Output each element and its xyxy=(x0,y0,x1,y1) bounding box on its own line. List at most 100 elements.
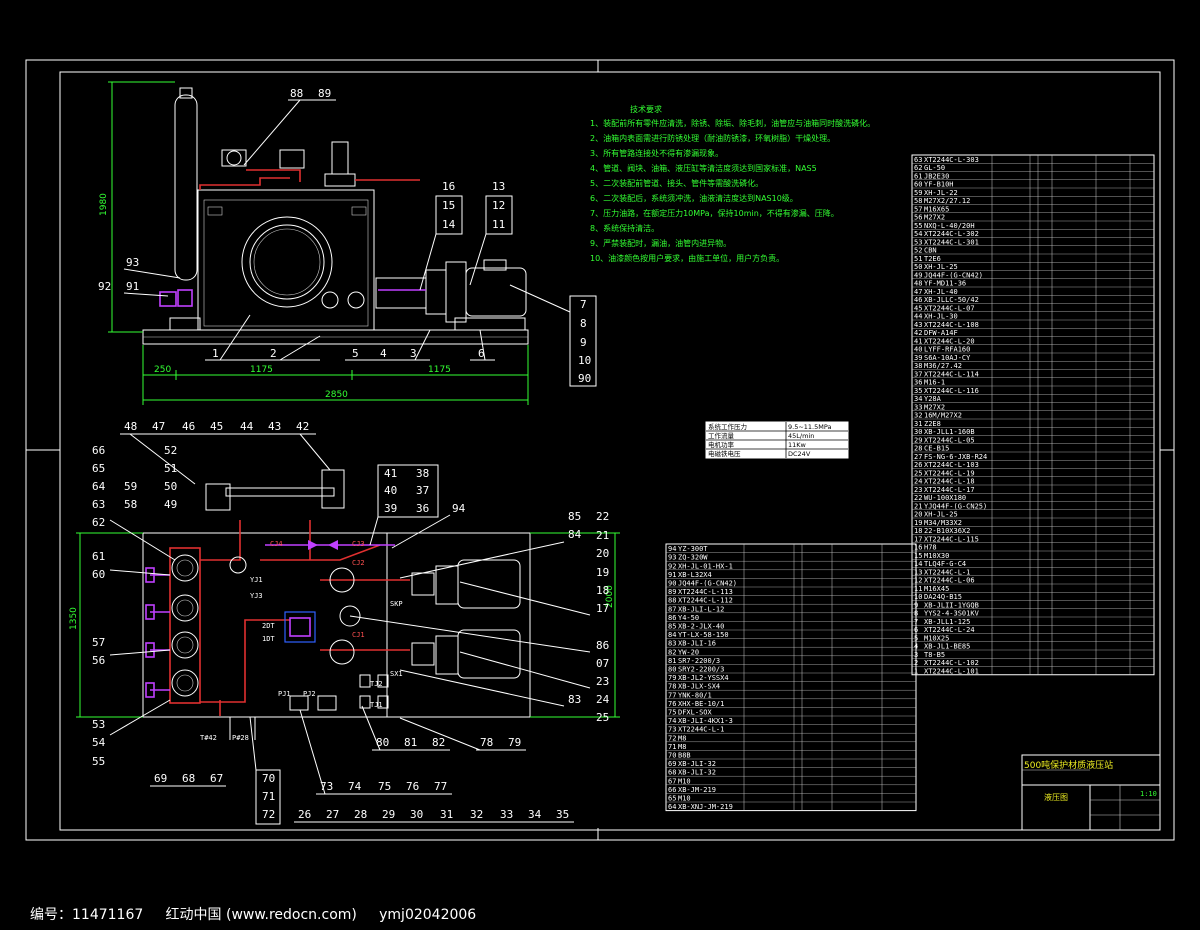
bom-row-no: 85 xyxy=(668,623,676,631)
bom-row-code: XB-JL1-BE85 xyxy=(924,643,970,651)
bom-row-code: XT2244C-L-20 xyxy=(924,337,975,345)
bom-row-code: XT2244C-L-114 xyxy=(924,370,979,378)
bom-row-no: 74 xyxy=(668,717,676,725)
bom-row-no: 60 xyxy=(914,181,922,189)
bom-row-code: XT2244C-L-05 xyxy=(924,436,975,444)
bom-row-code: XT2244C-L-101 xyxy=(924,667,979,675)
balloon-33: 33 xyxy=(500,808,513,821)
balloon-7: 7 xyxy=(580,298,587,311)
notes-title: 技术要求 xyxy=(630,104,662,114)
bom-row-no: 71 xyxy=(668,743,676,751)
balloon-94: 94 xyxy=(452,502,466,515)
bom-row-code: M27X2 xyxy=(924,214,945,222)
balloon-48: 48 xyxy=(124,420,137,433)
spec-label-1: 系统工作压力 xyxy=(708,422,747,431)
bom-row-code: XB-JLI-4KX1-3 xyxy=(678,717,733,725)
note-8: 8、系统保持清洁。 xyxy=(590,223,659,233)
bom-row-code: YNK-80/1 xyxy=(678,691,712,699)
bom-row-code: M10 xyxy=(678,777,691,785)
balloon-84: 84 xyxy=(568,528,582,541)
balloon-23: 23 xyxy=(596,675,609,688)
bom-row-no: 37 xyxy=(914,370,922,378)
bom-row-no: 86 xyxy=(668,614,676,622)
note-2: 2、油箱内表面需进行防锈处理（耐油防锈漆，环氧树脂）干燥处理。 xyxy=(590,133,835,143)
bom-row-code: YZ-300T xyxy=(678,545,708,553)
balloon-91: 91 xyxy=(126,280,139,293)
balloon-73: 73 xyxy=(320,780,333,793)
spec-label-4: 电磁铁电压 xyxy=(708,449,741,458)
bom-row-no: 75 xyxy=(668,709,676,717)
bom-row-code: XB-JLI-L-12 xyxy=(678,605,724,613)
balloon-72: 72 xyxy=(262,808,275,821)
dim-plan-width: 1350 xyxy=(69,607,79,630)
label-cj3: CJ3 xyxy=(352,540,365,548)
bom-row-code: YF-MD11-36 xyxy=(924,280,966,288)
label-1dt: 1DT xyxy=(262,635,275,643)
bom-row-code: XT2244C-L-1 xyxy=(924,568,970,576)
label-cj4: CJ4 xyxy=(270,540,283,548)
balloon-49: 49 xyxy=(164,498,177,511)
bom-row-code: XT2244C-L-06 xyxy=(924,577,975,585)
bom-row-no: 56 xyxy=(914,214,922,222)
bom-row-no: 66 xyxy=(668,786,676,794)
bom-row-code: XT2244C-L-24 xyxy=(924,626,975,634)
balloon-8: 8 xyxy=(580,317,587,330)
bom-row-no: 34 xyxy=(914,395,922,403)
balloon-71: 71 xyxy=(262,790,275,803)
bom-row-code: XHX-BE-10/1 xyxy=(678,700,724,708)
bom-row-code: YYS2-4-3S01KV xyxy=(924,610,980,618)
bom-row-no: 88 xyxy=(668,597,676,605)
balloon-52: 52 xyxy=(164,444,177,457)
bom-row-code: XT2244C-L-116 xyxy=(924,387,979,395)
bom-row-no: 36 xyxy=(914,379,922,387)
spec-value-3: 11Kw xyxy=(788,441,807,449)
bom-row-no: 30 xyxy=(914,428,922,436)
bom-row-code: T8-B5 xyxy=(924,651,945,659)
bom-row-code: TLQ4F-G-C4 xyxy=(924,560,966,568)
bom-row-no: 10 xyxy=(914,593,922,601)
bom-row-no: 28 xyxy=(914,445,922,453)
bom-row-code: XB-JLL1-160B xyxy=(924,428,975,436)
balloon-4: 4 xyxy=(380,347,387,360)
bom-row-code: XB-JLI-32 xyxy=(678,769,716,777)
note-9: 9、严禁装配时，漏油，油管内进异物。 xyxy=(590,238,731,248)
bom-row-no: 39 xyxy=(914,354,922,362)
balloon-38: 38 xyxy=(416,467,429,480)
bom-row-code: LYFF-RFA160 xyxy=(924,346,970,354)
balloon-58: 58 xyxy=(124,498,137,511)
bom-row-no: 12 xyxy=(914,577,922,585)
title-name: 500吨保护材质液压站 xyxy=(1024,759,1113,771)
bom-row-no: 89 xyxy=(668,588,676,596)
bom-row-no: 81 xyxy=(668,657,676,665)
bom-row-code: YJQ44F-(G-CN25) xyxy=(924,502,987,510)
bom-row-code: XT2244C-L-112 xyxy=(678,597,733,605)
bom-row-code: M27X2 xyxy=(924,403,945,411)
bom-row-no: 53 xyxy=(914,238,922,246)
bom-row-code: XH-JL-30 xyxy=(924,313,958,321)
balloon-44: 44 xyxy=(240,420,254,433)
bom-row-no: 72 xyxy=(668,734,676,742)
bom-row-code: M8 xyxy=(678,734,686,742)
bom-row-no: 31 xyxy=(914,420,922,428)
bom-row-code: Z2E8 xyxy=(924,420,941,428)
balloon-41: 41 xyxy=(384,467,397,480)
balloon-15: 15 xyxy=(442,199,455,212)
balloon-86: 86 xyxy=(596,639,609,652)
bom-row-no: 17 xyxy=(914,535,922,543)
bom-row-no: 26 xyxy=(914,461,922,469)
balloon-28: 28 xyxy=(354,808,367,821)
balloon-62: 62 xyxy=(92,516,105,529)
bom-row-code: GL-50 xyxy=(924,164,945,172)
bom-row-code: H78 xyxy=(924,544,937,552)
bom-row-no: 90 xyxy=(668,580,676,588)
bom-row-no: 82 xyxy=(668,648,676,656)
balloon-50: 50 xyxy=(164,480,177,493)
balloon-82: 82 xyxy=(432,736,445,749)
bom-row-code: B8B xyxy=(678,752,691,760)
balloon-11: 11 xyxy=(492,218,505,231)
balloon-24: 24 xyxy=(596,693,610,706)
bom-row-no: 38 xyxy=(914,362,922,370)
bom-row-no: 92 xyxy=(668,562,676,570)
bom-row-code: XB-JL2-YSSX4 xyxy=(678,674,729,682)
bom-row-no: 69 xyxy=(668,760,676,768)
